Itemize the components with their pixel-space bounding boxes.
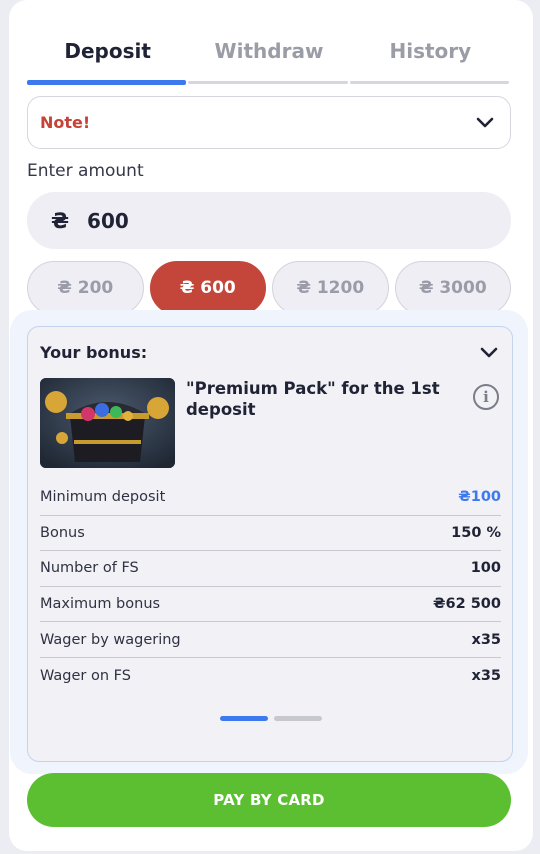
amount-value: 600 [87, 208, 129, 233]
bonus-details: Minimum deposit ₴100 Bonus 150 % Number … [40, 480, 501, 694]
chevron-down-icon [476, 114, 494, 132]
detail-value: 100 [470, 560, 501, 577]
detail-value: ₴62 500 [433, 596, 501, 613]
preset-amounts: ₴ 200 ₴ 600 ₴ 1200 ₴ 3000 [27, 261, 511, 315]
detail-value: 150 % [451, 524, 501, 541]
preset-200-button[interactable]: ₴ 200 [27, 261, 144, 315]
detail-row-number-of-fs: Number of FS 100 [40, 551, 501, 587]
preset-3000-button[interactable]: ₴ 3000 [394, 261, 511, 315]
detail-row-wager-on-fs: Wager on FS x35 [40, 658, 501, 694]
deposit-card: Deposit Withdraw History Note! Enter amo… [9, 0, 533, 851]
detail-key: Number of FS [40, 560, 139, 577]
pay-by-card-button[interactable]: PAY BY CARD [27, 773, 511, 827]
bonus-title: "Premium Pack" for the 1st deposit [186, 379, 440, 419]
detail-row-wager-by-wagering: Wager by wagering x35 [40, 622, 501, 658]
tab-deposit[interactable]: Deposit [27, 30, 188, 85]
chevron-down-icon[interactable] [480, 344, 498, 363]
detail-key: Wager on FS [40, 667, 131, 684]
currency-icon: ₴ [51, 208, 70, 233]
detail-row-minimum-deposit: Minimum deposit ₴100 [40, 480, 501, 516]
detail-row-bonus: Bonus 150 % [40, 516, 501, 552]
carousel-dot-2[interactable] [274, 716, 322, 721]
bonus-card: Your bonus: "Premium Pack" for the 1st d… [27, 326, 513, 762]
note-dropdown[interactable]: Note! [27, 96, 511, 149]
tab-history[interactable]: History [349, 30, 511, 84]
treasure-chest-image [40, 378, 175, 468]
detail-value: x35 [471, 631, 501, 648]
bonus-heading: Your bonus: [40, 343, 148, 362]
info-icon[interactable]: i [473, 384, 499, 410]
detail-value: x35 [471, 667, 501, 684]
tab-withdraw[interactable]: Withdraw [188, 30, 349, 84]
amount-label: Enter amount [27, 161, 144, 181]
note-label: Note! [40, 113, 91, 132]
carousel-pagination [220, 716, 322, 721]
detail-key: Minimum deposit [40, 489, 166, 506]
amount-input[interactable]: ₴ 600 [27, 192, 511, 249]
detail-key: Wager by wagering [40, 631, 181, 648]
detail-value: ₴100 [458, 489, 501, 506]
detail-row-maximum-bonus: Maximum bonus ₴62 500 [40, 587, 501, 623]
carousel-dot-1[interactable] [220, 716, 268, 721]
detail-key: Bonus [40, 524, 85, 541]
detail-key: Maximum bonus [40, 596, 161, 613]
tab-bar: Deposit Withdraw History [27, 30, 511, 85]
bonus-section: Your bonus: "Premium Pack" for the 1st d… [10, 310, 528, 774]
preset-1200-button[interactable]: ₴ 1200 [272, 261, 389, 315]
preset-600-button[interactable]: ₴ 600 [149, 261, 266, 315]
